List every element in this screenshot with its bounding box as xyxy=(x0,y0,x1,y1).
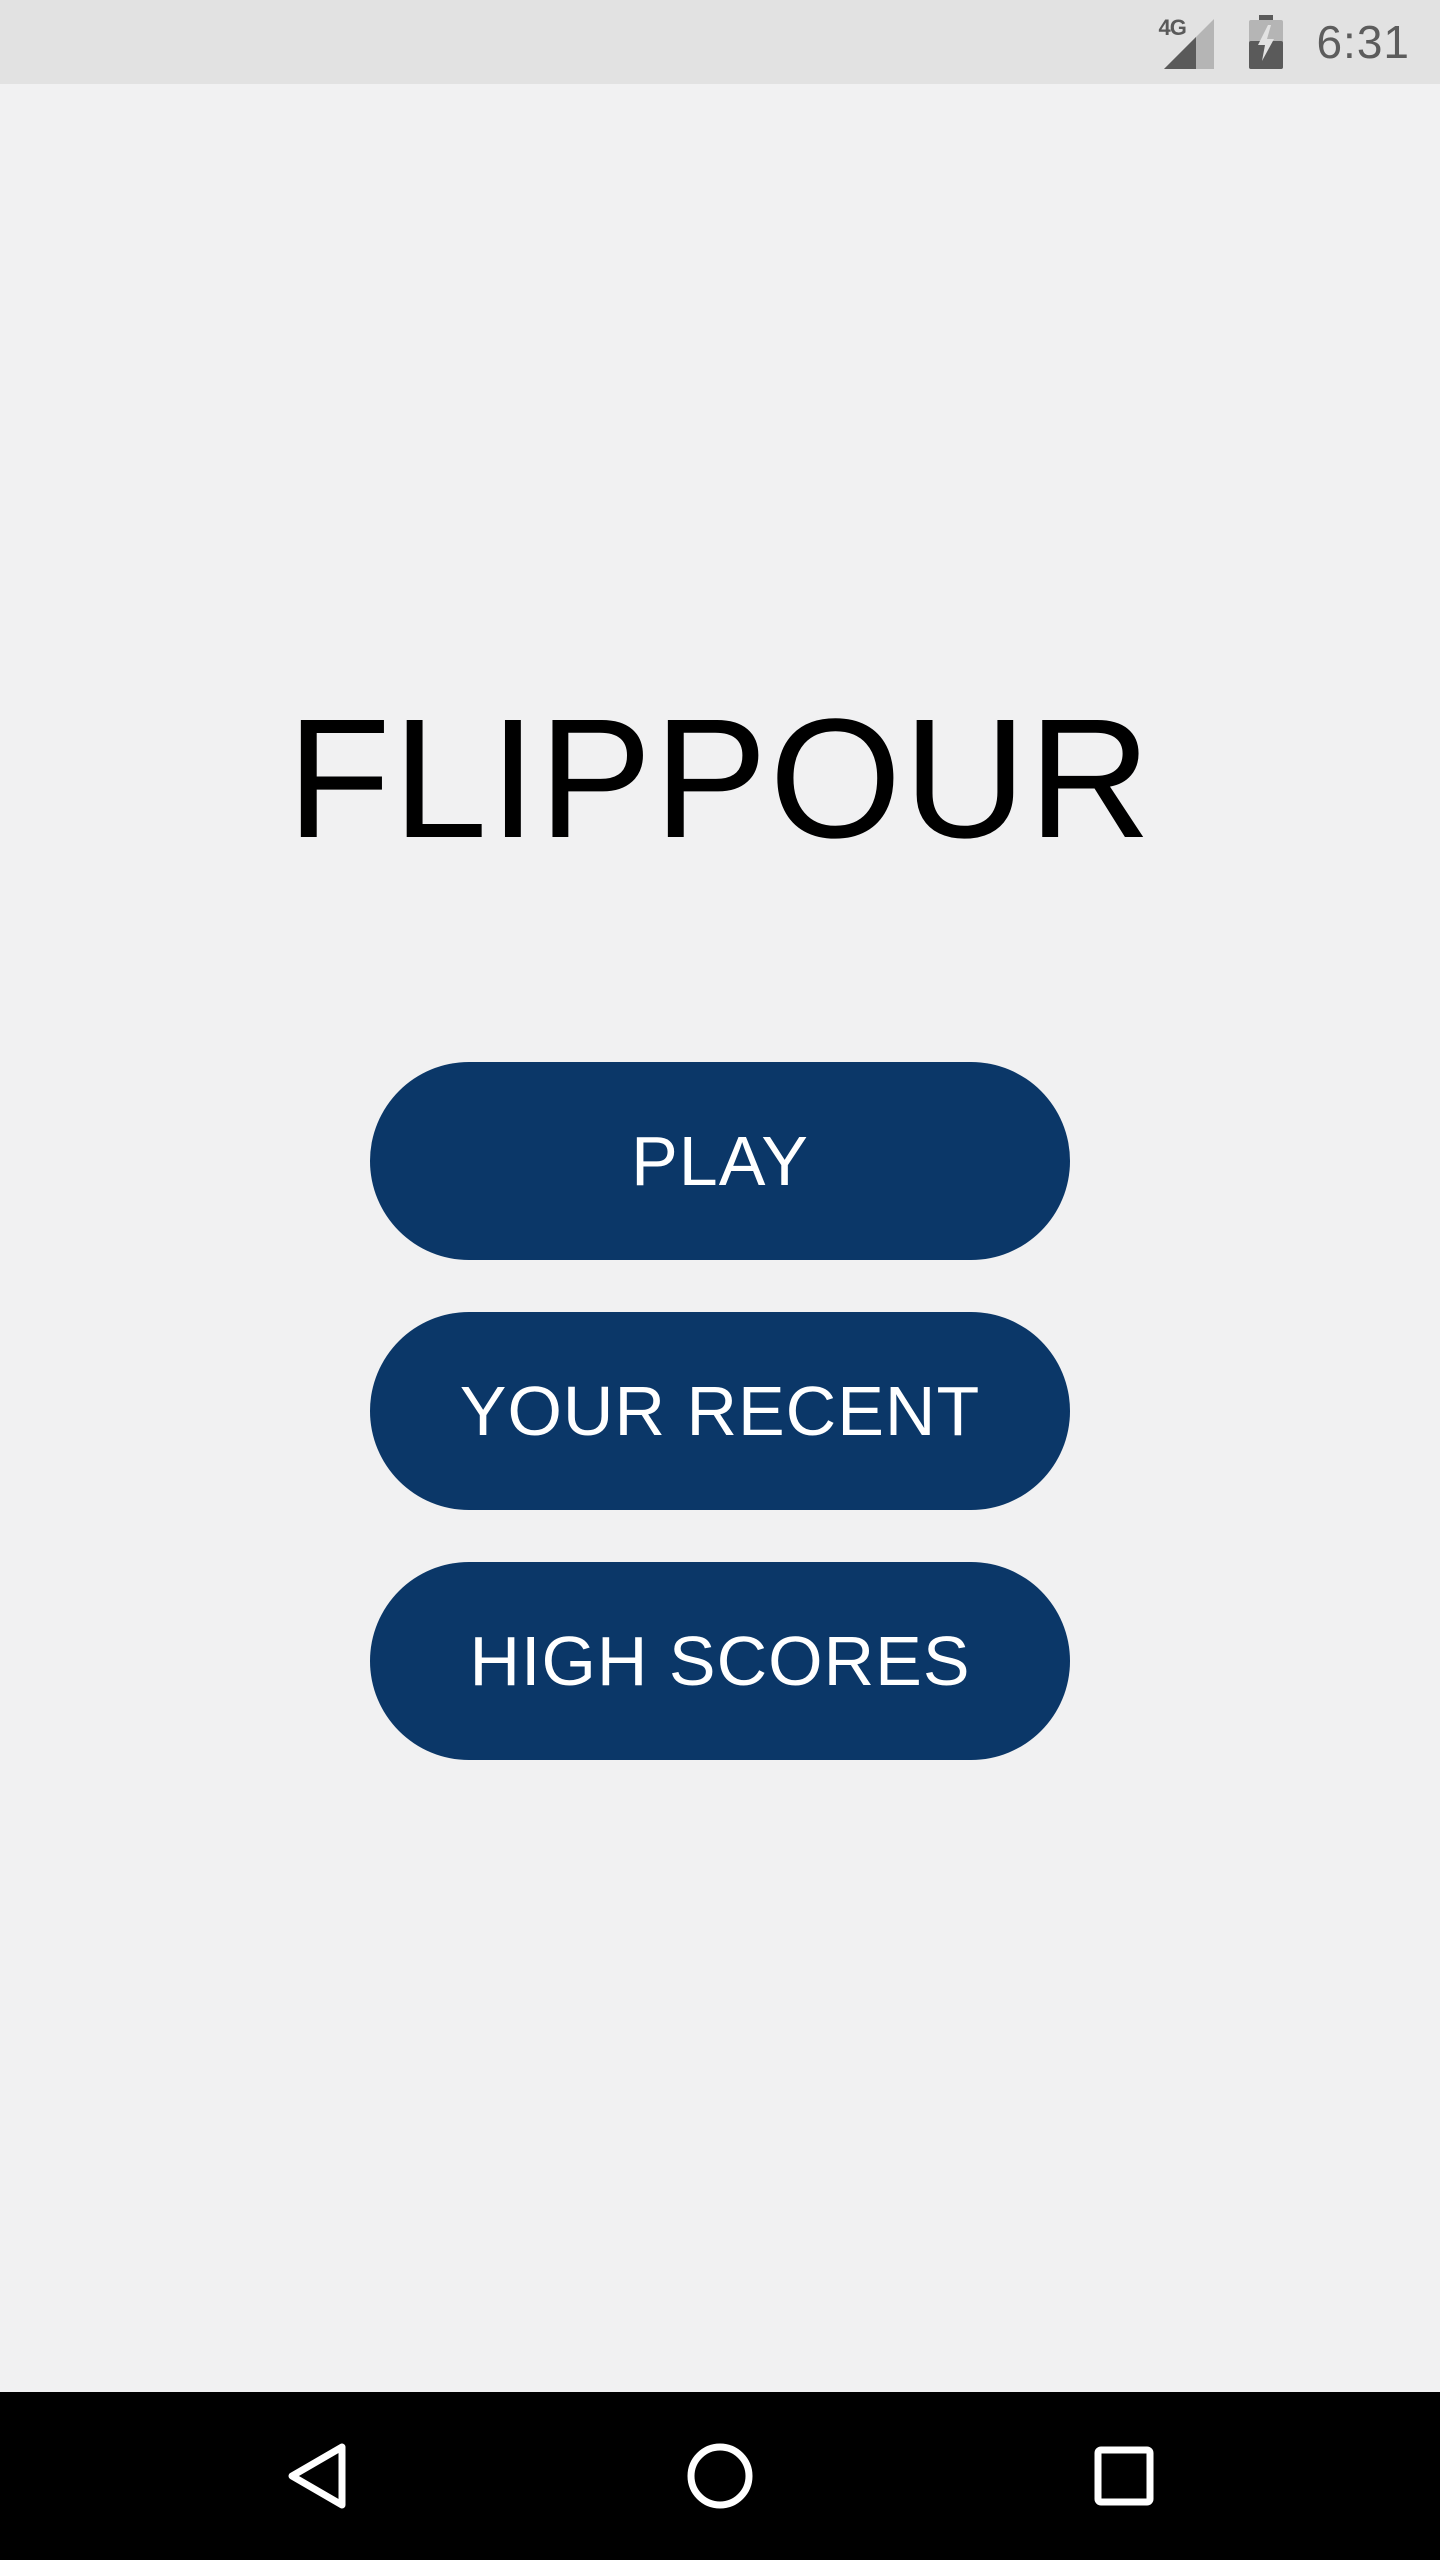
navigation-bar xyxy=(0,2392,1440,2560)
recents-square-icon[interactable] xyxy=(1082,2434,1166,2518)
main-menu-screen: FLIPPOUR PLAY YOUR RECENT HIGH SCORES xyxy=(0,84,1440,2392)
signal-icon: 4G xyxy=(1158,13,1216,71)
play-button[interactable]: PLAY xyxy=(370,1062,1070,1260)
high-scores-button-label: HIGH SCORES xyxy=(469,1622,971,1700)
high-scores-button[interactable]: HIGH SCORES xyxy=(370,1562,1070,1760)
home-circle-icon[interactable] xyxy=(678,2434,762,2518)
status-bar: 4G 6:31 xyxy=(0,0,1440,84)
play-button-label: PLAY xyxy=(631,1122,809,1200)
battery-charging-icon xyxy=(1236,13,1296,71)
back-triangle-icon[interactable] xyxy=(274,2434,358,2518)
app-title: FLIPPOUR xyxy=(286,684,1154,874)
your-recent-button[interactable]: YOUR RECENT xyxy=(370,1312,1070,1510)
status-time: 6:31 xyxy=(1316,16,1410,68)
your-recent-button-label: YOUR RECENT xyxy=(459,1372,981,1450)
status-icons: 4G 6:31 xyxy=(1158,0,1410,84)
